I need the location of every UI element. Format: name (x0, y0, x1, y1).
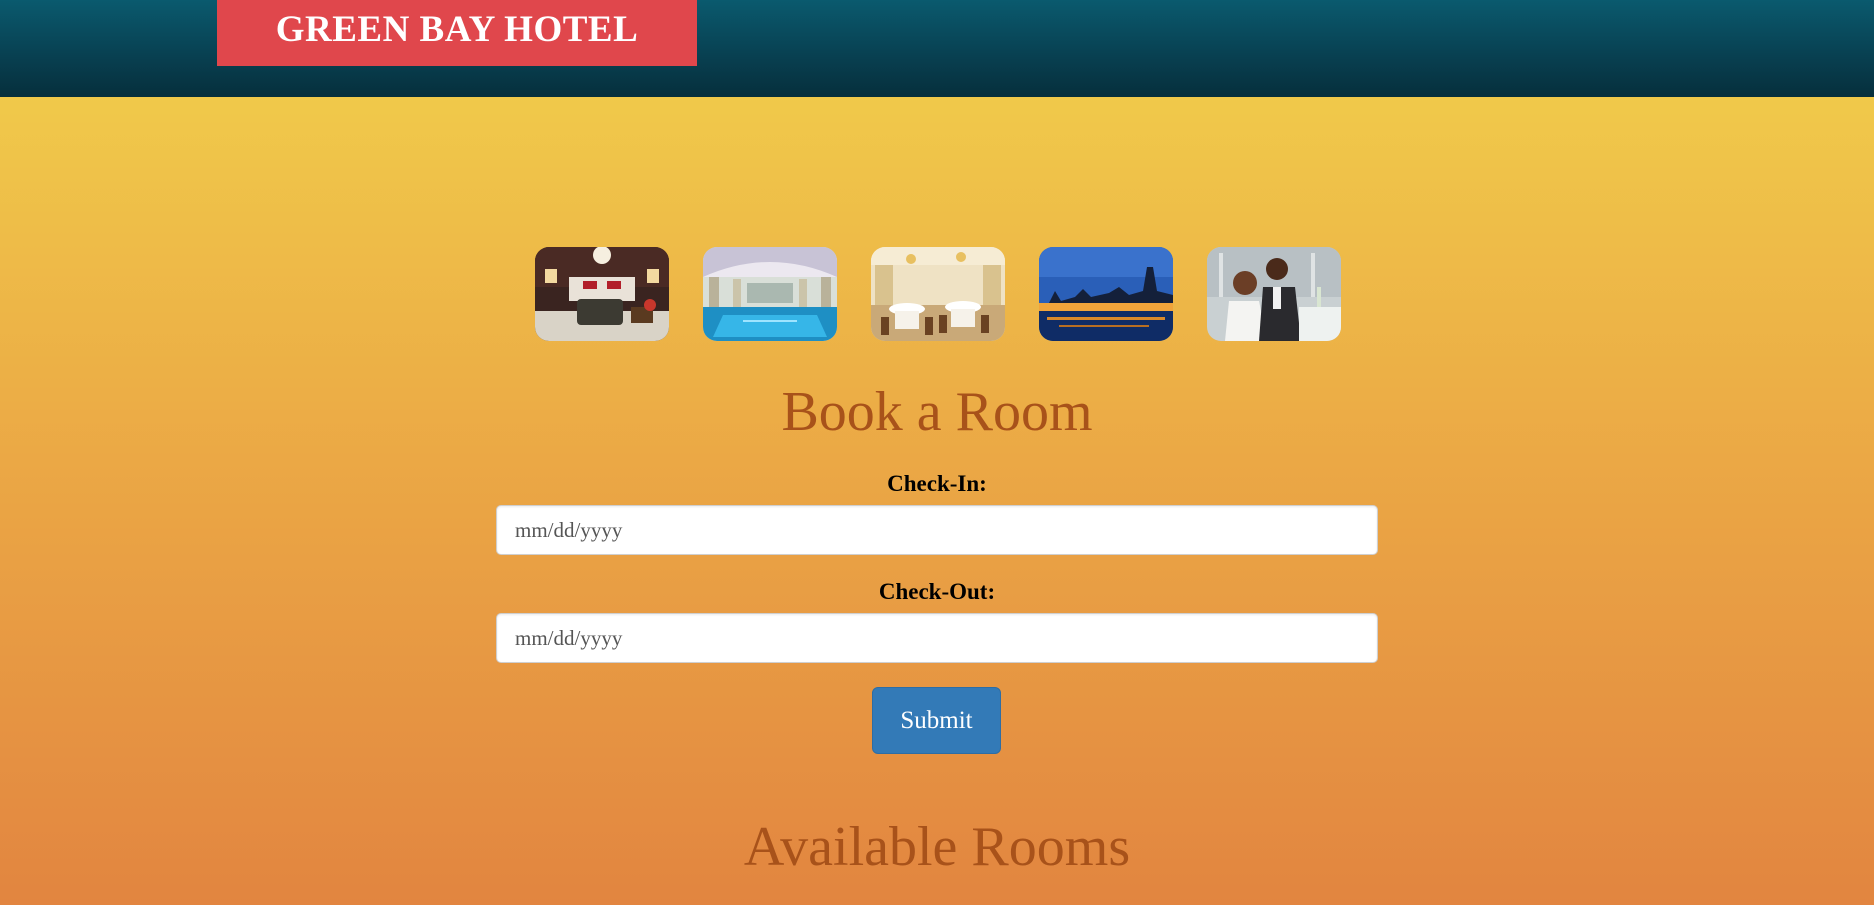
gallery-image-bedroom[interactable] (535, 247, 669, 341)
indoor-pool-photo-icon (703, 247, 837, 341)
restaurant-photo-icon (871, 247, 1005, 341)
top-nav-bar: GREEN BAY HOTEL (0, 0, 1874, 97)
page: GREEN BAY HOTEL Book a Room Check-In: mm… (0, 0, 1874, 905)
check-out-date-input[interactable] (496, 613, 1378, 663)
check-out-label: Check-Out: (878, 579, 996, 604)
check-in-date-input[interactable] (496, 505, 1378, 555)
gallery-image-london[interactable] (1039, 247, 1173, 341)
london-night-photo-icon (1039, 247, 1173, 341)
check-in-label: Check-In: (887, 471, 987, 496)
main-content: Book a Room Check-In: Check-Out: Submit … (0, 97, 1874, 905)
available-rooms-title: Available Rooms (743, 816, 1131, 878)
gallery-image-couple[interactable] (1207, 247, 1341, 341)
submit-button[interactable]: Submit (872, 687, 1001, 754)
gallery-image-restaurant[interactable] (871, 247, 1005, 341)
bedroom-photo-icon (535, 247, 669, 341)
hotel-logo[interactable]: GREEN BAY HOTEL (217, 0, 697, 66)
couple-dining-photo-icon (1207, 247, 1341, 341)
gallery-image-pool[interactable] (703, 247, 837, 341)
book-room-title: Book a Room (781, 381, 1093, 443)
photo-gallery (535, 247, 1341, 341)
